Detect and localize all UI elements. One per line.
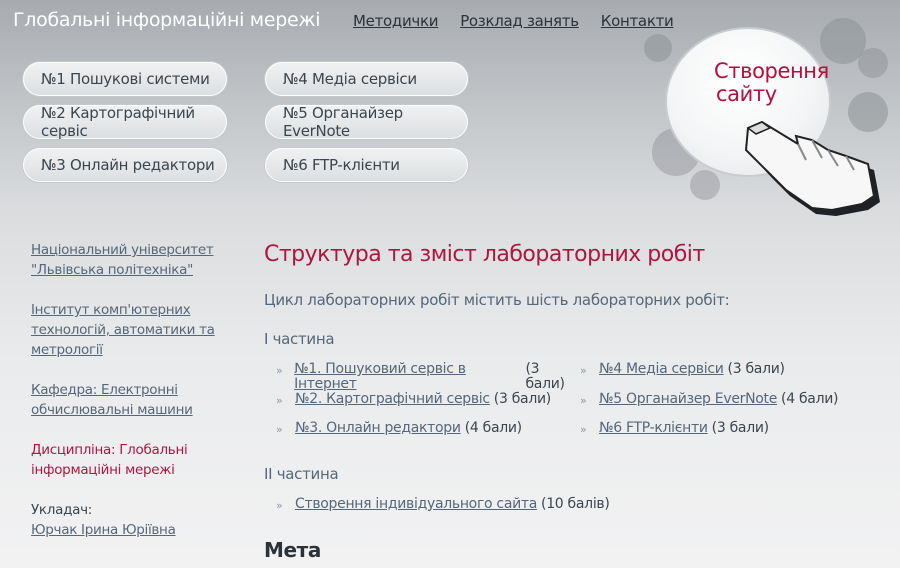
decor-bubble — [644, 34, 672, 62]
lab-link-2[interactable]: №2. Картографічний сервіс — [295, 391, 490, 422]
sidebar-link-author[interactable]: Юрчак Ірина Юріївна — [31, 520, 231, 540]
part2-lab-list: » Створення індивідуального сайта (10 ба… — [276, 495, 884, 527]
list-item: » №4 Медіа сервіси (3 бали) — [580, 362, 884, 392]
sidebar-discipline: Дисципліна: Глобальні інформаційні мереж… — [31, 442, 188, 478]
lab-score: (10 балів) — [541, 495, 610, 512]
lab-link-1[interactable]: №1. Пошуковий сервіс в Інтернет — [294, 362, 521, 392]
lab-pill-3[interactable]: №3 Онлайн редактори — [23, 148, 227, 182]
lab-score: (3 бали) — [525, 361, 565, 392]
lab-pill-2[interactable]: №2 Картографічний сервіс — [23, 104, 227, 140]
site-title: Глобальні інформаційні мережі — [13, 9, 321, 31]
lab-link-5[interactable]: №5 Органайзер EverNote — [599, 391, 777, 422]
part1-title: І частина — [264, 330, 335, 348]
list-item: » №6 FTP-клієнти (3 бали) — [580, 421, 884, 451]
bullet-icon: » — [276, 364, 283, 377]
lab-link-individual-site[interactable]: Створення індивідуального сайта — [295, 496, 537, 527]
lab-pill-4[interactable]: №4 Медіа сервіси — [265, 62, 468, 96]
decor-bubble — [690, 170, 720, 200]
bullet-icon: » — [276, 393, 283, 407]
sidebar-link-institute[interactable]: Інститут комп'ютерних технологій, автома… — [31, 300, 231, 360]
lab-score: (3 бали) — [711, 420, 769, 436]
lab-column-right: » №4 Медіа сервіси (3 бали) » №5 Органай… — [580, 362, 884, 451]
nav-link-schedule[interactable]: Розклад занять — [460, 12, 579, 30]
lab-score: (3 бали) — [727, 361, 785, 377]
list-item: » №1. Пошуковий сервіс в Інтернет (3 бал… — [276, 362, 580, 392]
sidebar-author-label: Укладач: — [31, 502, 93, 518]
bullet-icon: » — [580, 393, 587, 407]
create-site-label: Створення сайту — [714, 59, 829, 106]
lab-score: (3 бали) — [493, 390, 551, 407]
lab-link-6[interactable]: №6 FTP-клієнти — [599, 421, 708, 451]
intro-text: Цикл лабораторних робіт містить шість ла… — [264, 291, 730, 309]
top-nav: Методички Розклад занять Контакти — [353, 12, 674, 30]
part2-title: ІІ частина — [264, 464, 339, 483]
bullet-icon: » — [580, 423, 587, 436]
list-item: » №3. Онлайн редактори (4 бали) — [276, 421, 580, 451]
page-title: Структура та зміст лабораторних робіт — [264, 242, 705, 267]
part1-lab-list: » №1. Пошуковий сервіс в Інтернет (3 бал… — [276, 362, 884, 451]
pointing-hand-cursor-icon — [744, 120, 880, 216]
decor-bubble — [858, 48, 888, 78]
bullet-icon: » — [276, 498, 283, 512]
bullet-icon: » — [580, 364, 587, 377]
lab-pill-6[interactable]: №6 FTP-клієнти — [265, 148, 468, 182]
sidebar: Національний університет "Львівська полі… — [31, 240, 231, 560]
nav-link-methodics[interactable]: Методички — [353, 12, 438, 30]
list-item: » №5 Органайзер EverNote (4 бали) — [580, 390, 884, 422]
lab-link-4[interactable]: №4 Медіа сервіси — [599, 362, 724, 392]
lab-score: (4 бали) — [464, 420, 522, 436]
list-item: » Створення індивідуального сайта (10 ба… — [276, 495, 884, 527]
lab-column-left: » №1. Пошуковий сервіс в Інтернет (3 бал… — [276, 362, 580, 451]
lab-score: (4 бали) — [781, 390, 839, 407]
sidebar-link-department[interactable]: Кафедра: Електронні обчислювальні машини — [31, 380, 231, 420]
lab-link-3[interactable]: №3. Онлайн редактори — [295, 421, 461, 451]
main-content: Структура та зміст лабораторних робіт Ци… — [264, 242, 884, 562]
bullet-icon: » — [276, 423, 283, 436]
list-item: » №2. Картографічний сервіс (3 бали) — [276, 390, 580, 422]
sidebar-link-university[interactable]: Національний університет "Львівська полі… — [31, 240, 231, 280]
lab-pill-5[interactable]: №5 Органайзер EverNote — [265, 104, 468, 140]
nav-link-contacts[interactable]: Контакти — [601, 12, 674, 30]
goal-heading: Мета — [264, 538, 321, 562]
lab-pill-1[interactable]: №1 Пошукові системи — [23, 62, 227, 96]
